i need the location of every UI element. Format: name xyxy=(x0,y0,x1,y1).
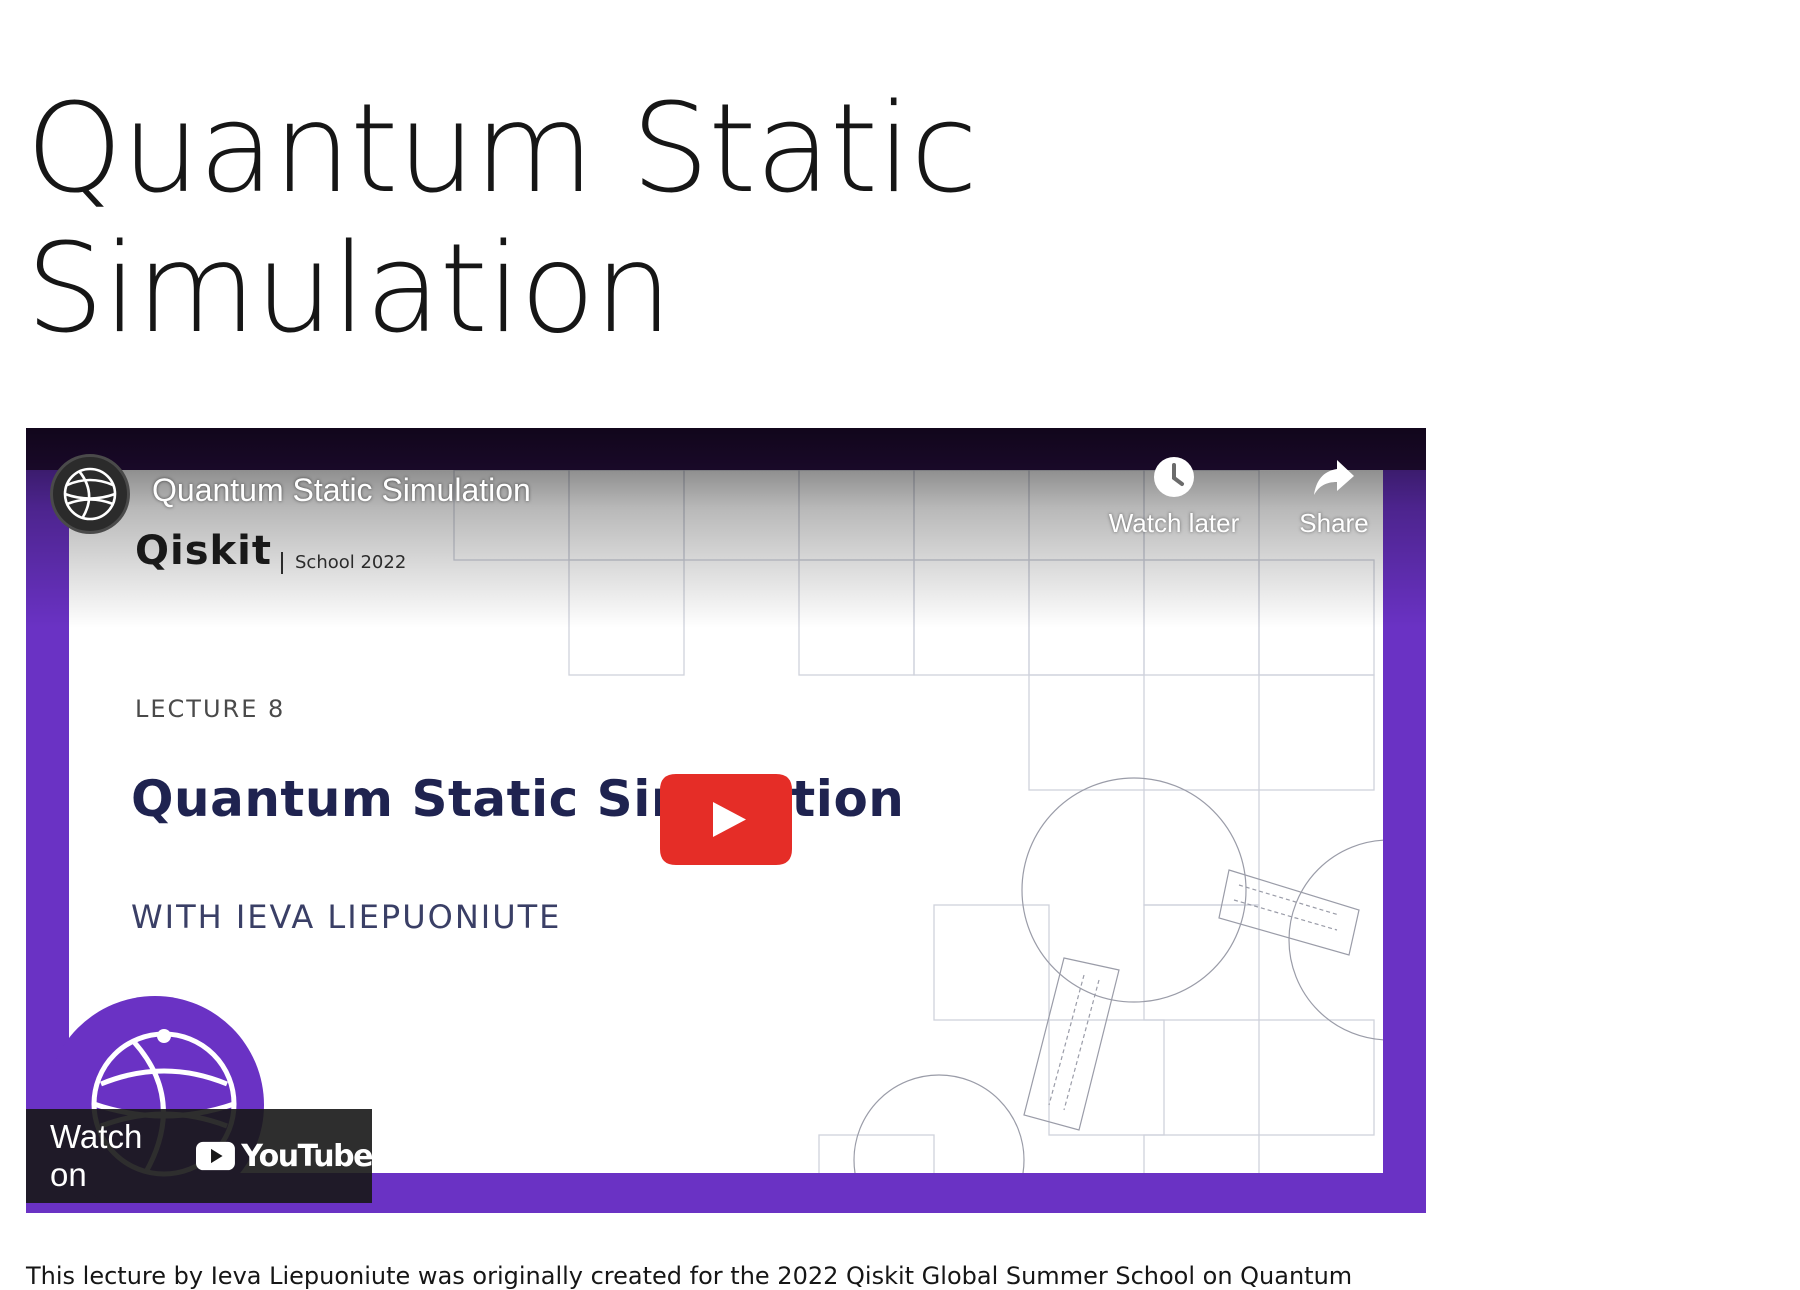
qiskit-globe-icon xyxy=(63,467,117,521)
description-text: This lecture by Ieva Liepuoniute was ori… xyxy=(26,1262,1353,1290)
watch-later-label: Watch later xyxy=(1108,508,1240,538)
watch-on-label: Watch on xyxy=(50,1118,143,1193)
clock-icon xyxy=(1154,457,1194,497)
qiskit-brand: Qiskit xyxy=(135,528,272,574)
share-arrow-icon xyxy=(1314,460,1354,495)
watch-on-youtube-button[interactable]: Watch on YouTube xyxy=(26,1109,373,1203)
lecture-label: LECTURE 8 xyxy=(135,695,286,723)
video-title-link[interactable]: Quantum Static Simulation xyxy=(152,472,531,509)
youtube-logo-icon xyxy=(196,1141,236,1171)
youtube-wordmark: YouTube xyxy=(241,1138,373,1174)
qiskit-school-label: School 2022 xyxy=(281,552,406,574)
watch-later-button[interactable]: Watch later xyxy=(1099,454,1249,539)
share-button[interactable]: Share xyxy=(1259,454,1409,539)
play-button[interactable] xyxy=(658,772,794,867)
presenter-label: WITH IEVA LIEPUONIUTE xyxy=(131,898,562,936)
channel-avatar[interactable] xyxy=(50,454,130,534)
page-title: Quantum Static Simulation xyxy=(26,78,978,361)
youtube-video-embed[interactable]: Qiskit School 2022 LECTURE 8 Quantum Sta… xyxy=(26,428,1426,1213)
share-label: Share xyxy=(1299,508,1369,538)
